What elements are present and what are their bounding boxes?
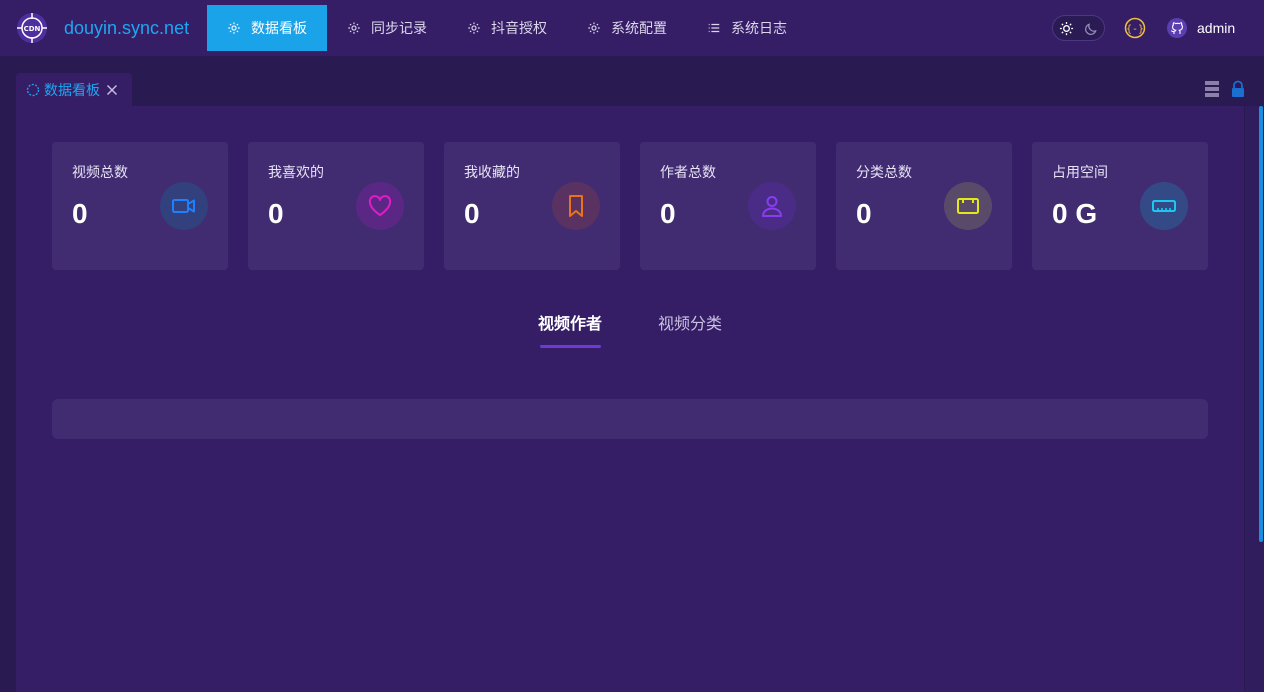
bookmark-badge — [552, 182, 600, 230]
github-icon[interactable] — [1166, 17, 1188, 39]
stat-value: 0 — [72, 198, 88, 229]
svg-text:{-}: {-} — [1126, 24, 1144, 35]
loading-spinner-icon — [26, 83, 40, 96]
user-badge — [748, 182, 796, 230]
stat-card-video-total: 视频总数 0 — [52, 142, 228, 270]
box-badge — [944, 182, 992, 230]
nav-item-label: 系统日志 — [731, 21, 787, 37]
nav-item-label: 数据看板 — [251, 21, 307, 37]
stat-card-favorites: 我收藏的 0 — [444, 142, 620, 270]
sun-icon — [1059, 21, 1074, 36]
moon-icon — [1085, 23, 1097, 35]
bookmark-icon — [569, 195, 583, 217]
stat-value: 0 — [660, 198, 676, 229]
stat-label: 我喜欢的 — [268, 165, 324, 181]
heart-icon — [368, 195, 392, 216]
stat-label: 我收藏的 — [464, 165, 520, 181]
close-icon[interactable] — [106, 84, 118, 96]
stat-value: 0 G — [1052, 198, 1098, 229]
box-icon — [957, 198, 979, 214]
nav-item-label: 同步记录 — [371, 21, 427, 37]
gear-icon — [228, 22, 240, 34]
nav-item-dashboard[interactable]: 数据看板 — [207, 5, 327, 51]
subtab-active-indicator — [540, 345, 601, 348]
svg-text:CDN: CDN — [24, 25, 41, 33]
video-camera-icon — [172, 199, 195, 213]
video-camera-badge — [160, 182, 208, 230]
top-navigation-bar: CDN douyin.sync.net 数据看板 同步记录 抖音授权 系统配置 … — [0, 0, 1264, 56]
nav-item-label: 抖音授权 — [491, 21, 547, 37]
gear-icon — [348, 22, 360, 34]
tab-bar: 数据看板 — [0, 56, 1264, 106]
list-icon — [708, 23, 720, 33]
ruler-badge — [1140, 182, 1188, 230]
stat-label: 占用空间 — [1052, 165, 1108, 181]
nav-item-system-logs[interactable]: 系统日志 — [687, 5, 807, 51]
nav-item-label: 系统配置 — [611, 21, 667, 37]
tab-label: 数据看板 — [44, 82, 100, 99]
stat-value: 0 — [856, 198, 872, 229]
stat-label: 视频总数 — [72, 165, 128, 181]
nav-item-sync-records[interactable]: 同步记录 — [327, 5, 447, 51]
stat-card-categories: 分类总数 0 — [836, 142, 1012, 270]
stat-card-storage: 占用空间 0 G — [1032, 142, 1208, 270]
stack-icon[interactable] — [1204, 80, 1220, 98]
subtab-video-categories[interactable]: 视频分类 — [658, 313, 722, 335]
nav-item-douyin-auth[interactable]: 抖音授权 — [447, 5, 567, 51]
gear-icon — [588, 22, 600, 34]
brand-title[interactable]: douyin.sync.net — [64, 16, 189, 40]
stat-label: 作者总数 — [660, 165, 716, 181]
user-icon — [762, 196, 782, 217]
stat-label: 分类总数 — [856, 165, 912, 181]
heart-badge — [356, 182, 404, 230]
empty-list-placeholder — [52, 399, 1208, 439]
stat-value: 0 — [464, 198, 480, 229]
tab-dashboard[interactable]: 数据看板 — [16, 73, 132, 106]
gear-icon — [468, 22, 480, 34]
subtab-video-authors[interactable]: 视频作者 — [538, 313, 602, 335]
stat-value: 0 — [268, 198, 284, 229]
api-icon[interactable]: {-} — [1124, 17, 1146, 39]
user-name[interactable]: admin — [1197, 18, 1235, 38]
stat-card-authors: 作者总数 0 — [640, 142, 816, 270]
scrollbar-thumb[interactable] — [1259, 106, 1263, 542]
logo-icon[interactable]: CDN — [16, 12, 48, 44]
nav-item-system-config[interactable]: 系统配置 — [567, 5, 687, 51]
theme-toggle[interactable] — [1052, 15, 1105, 41]
ruler-icon — [1152, 200, 1176, 212]
stat-card-likes: 我喜欢的 0 — [248, 142, 424, 270]
lock-icon[interactable] — [1230, 80, 1246, 98]
